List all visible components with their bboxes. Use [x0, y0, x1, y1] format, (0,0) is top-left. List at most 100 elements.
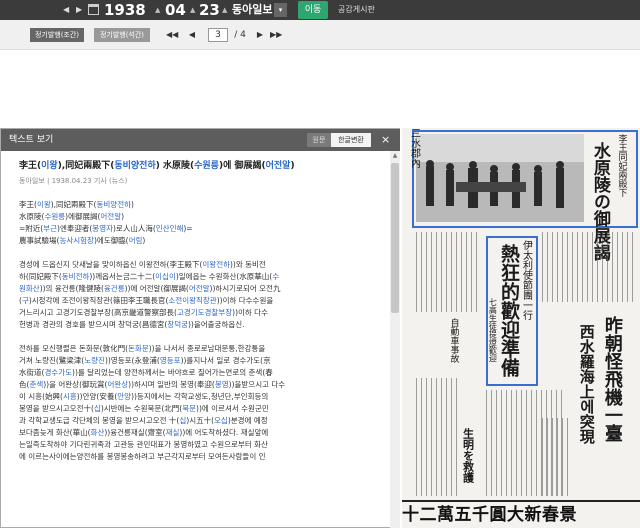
article-photo — [416, 134, 584, 222]
text-segment: 色( — [19, 380, 30, 389]
prev-page-icon[interactable]: ◀ — [186, 28, 198, 42]
scroll-thumb[interactable] — [391, 163, 399, 313]
board-link[interactable]: 공감게시판 — [338, 0, 375, 20]
close-icon[interactable]: × — [381, 133, 390, 147]
advertisement-text: 十二萬五千圓大新春景 — [402, 505, 577, 525]
day-spinner-icon[interactable]: ▲ — [222, 3, 227, 17]
last-page-icon[interactable]: ▶▶ — [270, 28, 282, 42]
text-segment: 헌병과 경관의 경호를 받으시며 창덕궁(昌德宮( — [19, 320, 168, 329]
hangul-reading: 융건릉 — [103, 284, 125, 293]
toggle-korean-button[interactable]: 한글변환 — [331, 133, 371, 147]
text-line: 이 시흥(始興(시흥))안양(安養(안양))등지에서는 각학교생도,청년단,부인… — [19, 391, 385, 403]
article-headline: 李王(이왕),同妃兩殿下(동비양전하) 水原陵(수원릉)에 御展謁(어전알) — [19, 159, 385, 173]
text-segment: ))에 어전알(御展謁( — [124, 284, 189, 293]
panel-scrollbar[interactable]: ▲ — [390, 151, 400, 528]
text-segment: ))에 이르셔서 수원군민 — [196, 404, 269, 413]
text-segment: )시五十( — [186, 416, 215, 425]
text-line: 色(춘색))을 어완상(御玩賞(어완상))하시며 일반의 봉영(奉迎(봉영))을… — [19, 379, 385, 391]
newspaper-dropdown-icon[interactable]: ▾ — [274, 3, 287, 17]
text-segment: ))하시며 일반의 봉영(奉迎( — [128, 380, 215, 389]
bottom-advertisement: 十二萬五千圓大新春景 — [402, 500, 640, 528]
text-segment: ))이하 다수 — [232, 308, 268, 317]
first-page-icon[interactable]: ◀◀ — [166, 28, 178, 42]
prev-date-arrow-icon[interactable]: ◀ — [63, 4, 71, 16]
day-value[interactable]: 23 — [199, 0, 220, 20]
newspaper-name: 동아일보 — [232, 3, 273, 16]
left-column-heading: 三水郡內 — [408, 128, 420, 168]
hangul-reading: 어림 — [128, 236, 143, 245]
hangul-reading: 어전알 — [188, 284, 210, 293]
text-line: 하(同妃殿下(동비전하))께옵서는금二十二(이십이)일에옵는 수원화산(水原華山… — [19, 271, 385, 283]
text-segment: 에 이르는사이에는양전하를 봉영봉송하려고 부근각지로부터 모여든사람들이 인 — [19, 452, 266, 461]
hangul-reading: 십 — [93, 404, 101, 413]
text-segment: )시반에는 수원북문(北門( — [100, 404, 183, 413]
text-segment: 李王( — [19, 200, 37, 209]
panel-header: 텍스트 보기 원문 한글변환 × — [1, 129, 400, 151]
hangul-reading: 창덕궁 — [167, 320, 188, 329]
hangul-reading: 수 — [272, 272, 280, 281]
page-navigator: ◀◀ ◀ 3 / 4 ▶ ▶▶ — [166, 28, 282, 42]
hangul-reading: 이왕 — [41, 161, 58, 171]
text-segment: ))이하 다수수원을 — [216, 296, 274, 305]
text-segment: )로人山人海( — [113, 224, 156, 233]
go-button[interactable]: 이동 — [298, 1, 328, 19]
hangul-reading: 봉영 — [214, 380, 229, 389]
text-segment: ))와 동비전 — [230, 260, 266, 269]
hangul-reading: 재실 — [165, 428, 180, 437]
text-segment: ))을받으시고 다수 — [228, 380, 286, 389]
text-segment: 경성에 드옵신지 닷새날을 맞이하옵신 이왕전하(李王殿下( — [19, 260, 203, 269]
text-segment: )에御展謁( — [65, 212, 101, 221]
page-input[interactable]: 3 — [208, 28, 228, 42]
text-line: =附近(부근)엔奉迎者(봉영자)로人山人海(인산인해)= — [19, 223, 385, 235]
italy-subheadline: 伊太利使節團一行 — [520, 240, 532, 320]
newspaper-page-image[interactable]: 李王同妃兩殿下 水原陵の御展謁 三水郡內 伊太利使節團一行 熱狂的歡迎準備 七高… — [402, 128, 640, 528]
text-segment: 水街道( — [19, 368, 45, 377]
text-segment: ),同妃兩殿下( — [57, 161, 115, 171]
hangul-reading: 부근 — [43, 224, 58, 233]
panel-title: 텍스트 보기 — [9, 135, 54, 145]
text-line: 거느리시고 고경기도경찰부장(高京畿道警察部長(고경기도경찰부장))이하 다수 — [19, 307, 385, 319]
text-line: 봉영을 받으시고오전十(십)시반에는 수원북문(北門(북문))에 이르셔서 수원… — [19, 403, 385, 415]
hangul-reading: 오십 — [214, 416, 228, 425]
text-segment: )= — [183, 224, 193, 233]
month-spinner-icon[interactable]: ▲ — [190, 3, 195, 17]
text-segment: ) 水原陵( — [155, 161, 195, 171]
year-spinner-icon[interactable]: ▲ — [155, 3, 160, 17]
text-segment: ))을 나서서 종로로남대문통,한강통을 — [148, 344, 266, 353]
italy-small-headline: 七高生徒提燈歡迎 — [488, 298, 498, 362]
hangul-reading: 북문 — [182, 404, 197, 413]
next-page-icon[interactable]: ▶ — [254, 28, 266, 42]
scroll-up-icon[interactable]: ▲ — [390, 151, 400, 161]
text-view-panel: 텍스트 보기 원문 한글변환 × ▲ 李王(이왕),同妃兩殿下(동비양전하) 水… — [0, 128, 400, 528]
calendar-icon[interactable] — [88, 4, 99, 15]
year-value[interactable]: 1938 — [104, 0, 146, 20]
tab-evening-edition[interactable]: 정기발행(석간) — [94, 28, 150, 42]
text-line: 거쳐 노량진(鷺梁津(노량진))영등포(永登浦(영등포))를지나서 일로 경수가… — [19, 355, 385, 367]
text-segment: ))를 달리었는데 양전하께서는 바야흐로 질어가는면로의 춘색(春 — [72, 368, 273, 377]
hangul-reading: 이십이 — [155, 272, 176, 281]
article-paragraph-1: 경성에 드옵신지 닷새날을 맞이하옵신 이왕전하(李王殿下(이왕전하))와 동비… — [19, 259, 385, 331]
hangul-reading: 이왕전하 — [202, 260, 230, 269]
text-segment: ))께옵서는금二十二( — [89, 272, 156, 281]
month-value[interactable]: 04 — [165, 0, 186, 20]
text-segment: ))를지나서 일로 경수가도(京 — [180, 356, 271, 365]
toggle-original-button[interactable]: 원문 — [307, 133, 331, 147]
text-segment: )일에옵는 수원화산(水原華山( — [175, 272, 273, 281]
accident-headline: 自動車事故 — [448, 318, 459, 363]
hangul-reading: 이왕 — [36, 200, 51, 209]
tab-morning-edition[interactable]: 정기발행(조간) — [30, 28, 84, 42]
text-segment: 하(同妃殿下( — [19, 272, 62, 281]
viewer-top-space — [0, 50, 640, 96]
text-segment: )엔奉迎者( — [57, 224, 93, 233]
text-line: 水街道(경수가도))를 달리었는데 양전하께서는 바야흐로 질어가는면로의 춘색… — [19, 367, 385, 379]
text-line: 水原陵(수원릉)에御展謁(어전알) — [19, 211, 385, 223]
text-column — [542, 418, 572, 496]
text-segment: ))을 어완상(御玩賞( — [43, 380, 108, 389]
article-summary: 李王(이왕),同妃兩殿下(동비양전하) 水原陵(수원릉)에御展謁(어전알) =附近(… — [19, 199, 385, 247]
text-segment: )시정각에 조전이왕직장관(篠田李王職長官( — [28, 296, 169, 305]
hangul-reading: 소전이왕직장관 — [168, 296, 217, 305]
text-segment: 는일즉도착하야 기다린귀족과 고관등 관민대표가 봉영하였고 수원으로부터 화산 — [19, 440, 268, 449]
text-line: 과 각학교생도급 각단체의 봉영을 받으시고오전 十(십)시五十(오십)분경에 … — [19, 415, 385, 427]
next-date-arrow-icon[interactable]: ▶ — [76, 4, 84, 16]
page-total: / 4 — [234, 30, 246, 40]
